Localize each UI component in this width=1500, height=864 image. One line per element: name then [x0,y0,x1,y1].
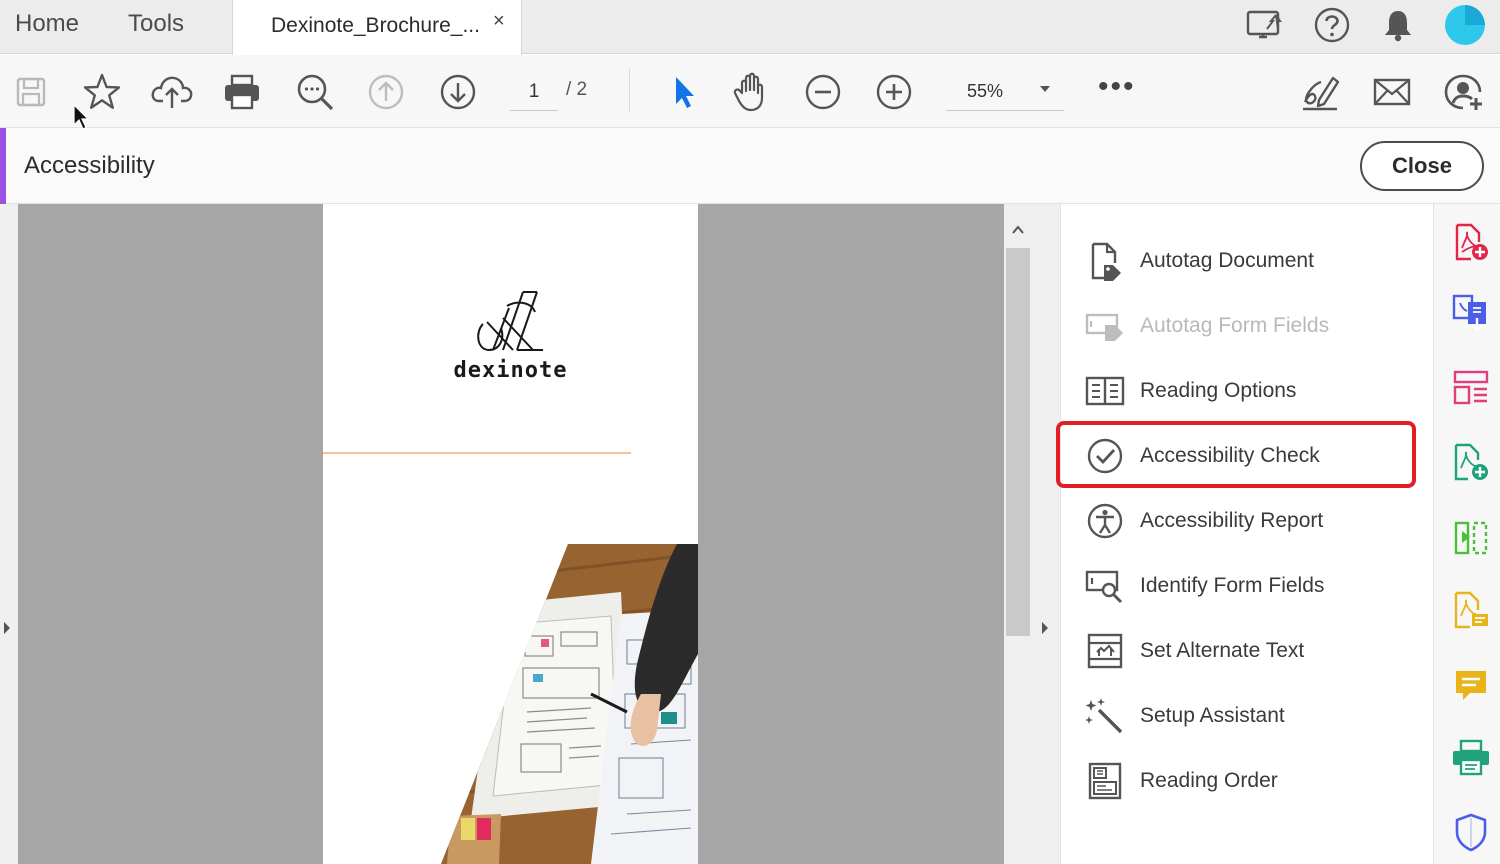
email-icon[interactable] [1370,70,1414,114]
chevron-right-icon[interactable] [2,620,12,636]
acrobat-window: Home Tools Dexinote_Brochure_... × 1 / 2… [0,0,1500,864]
autotag-form-fields-icon [1085,306,1125,346]
brand-name: dexinote [453,358,568,383]
autotag-form-fields-label: Autotag Form Fields [1140,314,1330,337]
create-pdf-icon[interactable] [1451,222,1491,262]
menu-bar: Home Tools Dexinote_Brochure_... × [0,0,1500,55]
zoom-search-icon[interactable] [293,70,337,114]
page-total: / 2 [566,79,588,100]
set-alternate-text-label: Set Alternate Text [1140,639,1305,662]
mouse-cursor-icon [73,103,90,130]
reading-order-label: Reading Order [1140,769,1278,792]
reading-order-item[interactable]: Reading Order [1085,756,1415,806]
page-number-input[interactable]: 1 [510,77,558,111]
dexinote-logo [477,291,543,352]
accessibility-report-item[interactable]: Accessibility Report [1085,496,1415,546]
right-panel-toggle[interactable] [1032,204,1060,864]
more-tools-icon[interactable]: ••• [1098,72,1136,102]
autotag-document-label: Autotag Document [1140,249,1314,272]
left-panel-collapsed[interactable] [0,204,18,864]
next-page-icon[interactable] [436,70,480,114]
document-tab-label: Dexinote_Brochure_... [271,14,480,37]
accessibility-check-highlight [1056,421,1416,488]
set-alternate-text-item[interactable]: Set Alternate Text [1085,626,1415,676]
accessibility-report-icon [1085,501,1125,541]
reading-order-icon [1085,761,1125,801]
close-button[interactable]: Close [1360,141,1484,191]
previous-page-icon[interactable] [364,70,408,114]
fill-sign-icon[interactable] [1451,590,1491,630]
tool-header-bar: Accessibility Close [0,128,1500,204]
save-icon[interactable] [9,70,53,114]
setup-assistant-item[interactable]: Setup Assistant [1085,691,1415,741]
scan-ocr-icon[interactable] [1451,738,1491,778]
share-screen-icon[interactable] [1244,4,1286,46]
right-tools-rail [1433,204,1500,864]
setup-assistant-icon [1085,696,1125,736]
desk-photo [441,544,698,864]
add-user-icon[interactable] [1442,70,1486,114]
reading-options-item[interactable]: Reading Options [1085,366,1415,416]
select-pointer-icon[interactable] [660,70,704,114]
avatar[interactable] [1445,5,1485,45]
tools-menu[interactable]: Tools [128,10,184,38]
reading-options-icon [1085,371,1125,411]
compare-files-icon[interactable] [1451,518,1491,558]
sign-icon[interactable] [1298,70,1342,114]
zoom-level-value: 55% [967,81,1004,101]
scroll-up-icon[interactable] [1010,222,1026,238]
chevron-down-icon [1040,86,1050,92]
zoom-in-icon[interactable] [872,70,916,114]
zoom-level-select[interactable]: 55% [946,75,1064,111]
cloud-upload-icon[interactable] [150,70,194,114]
page-divider-line [323,452,631,454]
scroll-thumb[interactable] [1006,248,1030,636]
identify-form-fields-label: Identify Form Fields [1140,574,1325,597]
setup-assistant-label: Setup Assistant [1140,704,1285,727]
protect-shield-icon[interactable] [1451,812,1491,852]
document-tab[interactable]: Dexinote_Brochure_... × [232,0,522,55]
document-viewer: dexinote [0,204,1060,864]
organize-pages-icon[interactable] [1451,368,1491,408]
vertical-scrollbar[interactable] [1004,204,1032,864]
autotag-form-fields-item[interactable]: Autotag Form Fields [1085,301,1415,351]
reading-options-label: Reading Options [1140,379,1297,402]
close-tab-icon[interactable]: × [493,10,505,33]
hand-tool-icon[interactable] [730,70,774,114]
accessibility-report-label: Accessibility Report [1140,509,1324,532]
chevron-right-icon[interactable] [1040,620,1050,636]
comment-icon[interactable] [1451,666,1491,706]
export-pdf-icon[interactable] [1451,292,1491,332]
help-icon[interactable] [1311,4,1353,46]
accessibility-tool-panel: Autotag Document Autotag Form Fields Rea… [1056,204,1433,864]
main-toolbar: 1 / 2 55% ••• [0,55,1500,128]
document-page[interactable]: dexinote [323,204,698,864]
autotag-document-icon [1085,241,1125,281]
print-icon[interactable] [220,70,264,114]
toolbar-divider [629,69,630,113]
tool-title: Accessibility [24,152,155,179]
identify-form-fields-item[interactable]: Identify Form Fields [1085,561,1415,611]
bell-icon[interactable] [1377,4,1419,46]
autotag-document-item[interactable]: Autotag Document [1085,236,1415,286]
home-menu[interactable]: Home [15,10,79,38]
identify-form-fields-icon [1085,566,1125,606]
zoom-out-icon[interactable] [801,70,845,114]
tool-accent-bar [0,128,6,204]
set-alternate-text-icon [1085,631,1125,671]
edit-pdf-icon[interactable] [1451,442,1491,482]
